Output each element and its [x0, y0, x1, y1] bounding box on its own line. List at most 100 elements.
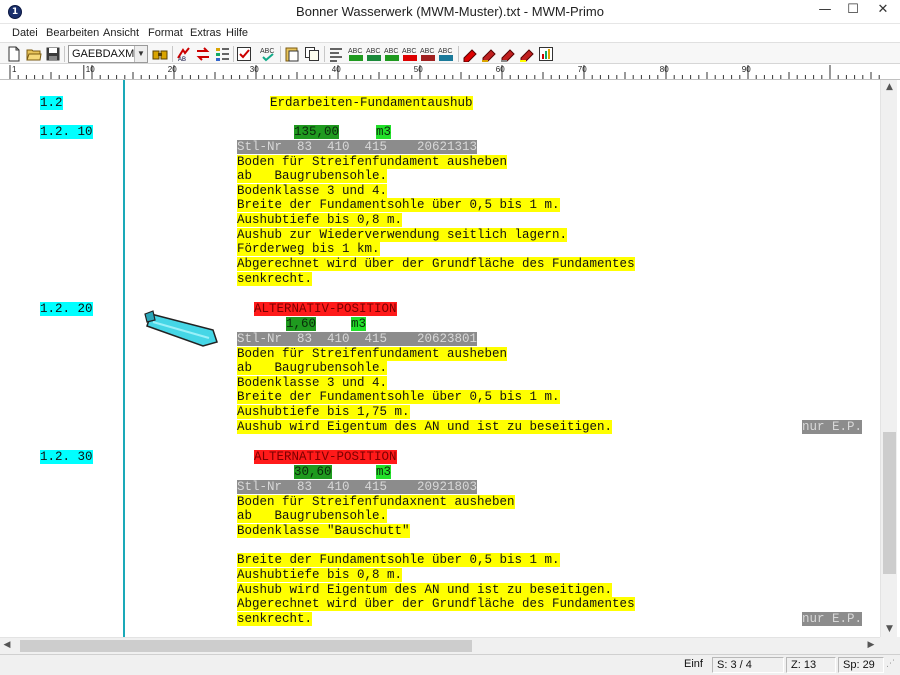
- svg-text:AB: AB: [178, 57, 186, 62]
- open-folder-icon[interactable]: [26, 46, 42, 62]
- ruler-label: 10: [86, 65, 95, 74]
- alternative-position-label: ALTERNATIV-POSITION: [254, 450, 397, 464]
- format-select-value: GAEBDAXML: [72, 48, 141, 60]
- alternative-position-label: ALTERNATIV-POSITION: [254, 302, 397, 316]
- spellcheck-icon[interactable]: ABC: [260, 46, 276, 62]
- vertical-scrollbar[interactable]: ▲ ▼: [880, 80, 897, 637]
- description-line: Bodenklasse 3 und 4.: [237, 376, 388, 390]
- margin-line: [123, 80, 125, 637]
- menu-extras[interactable]: Extras: [190, 27, 221, 39]
- description-line: Boden für Streifenfundament ausheben: [237, 155, 508, 169]
- scroll-corner: [880, 637, 900, 654]
- description-line: Bodenklasse "Bauschutt": [237, 524, 410, 538]
- ruler-label: 90: [742, 65, 751, 74]
- menu-hilfe[interactable]: Hilfe: [226, 27, 248, 39]
- section-title: Erdarbeiten-Fundamentaushub: [270, 96, 473, 110]
- description-line: ab Baugrubensohle.: [237, 169, 388, 183]
- scroll-left-icon[interactable]: ◀: [0, 640, 14, 650]
- close-button[interactable]: ✕: [868, 0, 898, 22]
- format-select[interactable]: GAEBDAXML ▼: [68, 45, 148, 63]
- resize-grip-icon[interactable]: ⋰: [886, 659, 895, 669]
- description-line: senkrecht.: [237, 612, 313, 626]
- ruler-label: 60: [496, 65, 505, 74]
- scroll-down-icon[interactable]: ▼: [881, 624, 898, 634]
- description-line: Breite der Fundamentsohle über 0,5 bis 1…: [237, 198, 560, 212]
- position-number: 1.2. 20: [40, 302, 93, 316]
- export-icon[interactable]: [519, 46, 535, 62]
- status-mode: Einf: [684, 658, 703, 670]
- description-line: Boden für Streifenfundaxnent ausheben: [237, 495, 515, 509]
- highlighter-gray-icon[interactable]: [481, 46, 497, 62]
- document-area[interactable]: 1.2 Erdarbeiten-Fundamentaushub 1.2. 10 …: [0, 80, 880, 637]
- description-line: Aushubtiefe bis 0,8 m.: [237, 213, 403, 227]
- menu-datei[interactable]: Datei: [12, 27, 38, 39]
- description-line: Aushubtiefe bis 0,8 m.: [237, 568, 403, 582]
- ruler: 1 10 20 30 40 50 60 70 80 90: [0, 64, 900, 80]
- scroll-right-icon[interactable]: ▶: [864, 640, 878, 650]
- stl-number: Stl-Nr 83 410 415 20623801: [237, 332, 478, 346]
- description-line: Bodenklasse 3 und 4.: [237, 184, 388, 198]
- paste-icon[interactable]: [284, 46, 300, 62]
- status-column: Sp: 29: [838, 657, 884, 673]
- menu-format[interactable]: Format: [148, 27, 183, 39]
- abc-blue-icon[interactable]: ABC: [366, 46, 382, 62]
- copy-icon[interactable]: [304, 46, 320, 62]
- chart-icon[interactable]: [538, 46, 554, 62]
- list-icon[interactable]: [214, 46, 230, 62]
- position-number: 1.2. 10: [40, 125, 93, 139]
- chevron-down-icon[interactable]: ▼: [134, 46, 147, 62]
- ruler-label: 30: [250, 65, 259, 74]
- scroll-up-icon[interactable]: ▲: [881, 82, 898, 92]
- save-icon[interactable]: [45, 46, 61, 62]
- exchange-icon[interactable]: [195, 46, 211, 62]
- highlighter-icon: [144, 310, 218, 347]
- maximize-button[interactable]: ☐: [838, 0, 868, 22]
- stl-number: Stl-Nr 83 410 415 20621313: [237, 140, 478, 154]
- description-line: ab Baugrubensohle.: [237, 509, 388, 523]
- quantity-value: 1,60: [286, 317, 317, 331]
- ruler-label: 1: [12, 65, 17, 74]
- binoculars-icon[interactable]: [152, 46, 168, 62]
- description-line: Breite der Fundamentsohle über 0,5 bis 1…: [237, 390, 560, 404]
- highlighter-red-icon[interactable]: ABC: [438, 46, 454, 62]
- horizontal-scroll-thumb[interactable]: [20, 640, 472, 652]
- description-line: ab Baugrubensohle.: [237, 361, 388, 375]
- quantity-value: 30,60: [294, 465, 332, 479]
- svg-text:ABC: ABC: [438, 48, 452, 55]
- minimize-button[interactable]: —: [810, 0, 840, 22]
- title-bar: 1 Bonner Wasserwerk (MWM-Muster).txt - M…: [0, 0, 900, 24]
- menu-ansicht[interactable]: Ansicht: [103, 27, 139, 39]
- highlighter-yellow-icon[interactable]: [500, 46, 516, 62]
- transfer-icon[interactable]: AB: [176, 46, 192, 62]
- toolbar: GAEBDAXML ▼ AB ABC ABC ABC ABC ABC ABC A…: [0, 42, 900, 64]
- menu-bar: Datei Bearbeiten Ansicht Format Extras H…: [0, 24, 900, 42]
- svg-text:ABC: ABC: [384, 48, 398, 55]
- unit-price-note: nur E.P.: [802, 420, 863, 434]
- new-file-icon[interactable]: [6, 46, 22, 62]
- description-line: Förderweg bis 1 km.: [237, 242, 380, 256]
- description-line: Abgerechnet wird über der Grundfläche de…: [237, 597, 635, 611]
- abc-red-icon[interactable]: ABC: [384, 46, 400, 62]
- description-line: Abgerechnet wird über der Grundfläche de…: [237, 257, 635, 271]
- unit-value: m3: [351, 317, 367, 331]
- position-number: 1.2. 30: [40, 450, 93, 464]
- quantity-value: 135,00: [294, 125, 340, 139]
- checklist-icon[interactable]: [236, 46, 252, 62]
- description-line: senkrecht.: [237, 272, 313, 286]
- description-line: Boden für Streifenfundament ausheben: [237, 347, 508, 361]
- abc-icon[interactable]: ABC: [402, 46, 418, 62]
- unit-value: m3: [376, 465, 392, 479]
- abc-green-icon[interactable]: ABC: [348, 46, 364, 62]
- horizontal-scrollbar[interactable]: ◀ ▶: [0, 637, 880, 654]
- highlighter-red2-icon[interactable]: [462, 46, 478, 62]
- description-line: Aushubtiefe bis 1,75 m.: [237, 405, 410, 419]
- menu-bearbeiten[interactable]: Bearbeiten: [46, 27, 99, 39]
- ruler-label: 80: [660, 65, 669, 74]
- status-line: Z: 13: [786, 657, 836, 673]
- status-bar: Einf S: 3 / 4 Z: 13 Sp: 29 ⋰: [0, 654, 900, 675]
- abc-dark-icon[interactable]: ABC: [420, 46, 436, 62]
- ruler-ticks: 1 10 20 30 40 50 60 70 80 90: [9, 65, 880, 79]
- svg-text:ABC: ABC: [402, 48, 416, 55]
- vertical-scroll-thumb[interactable]: [883, 432, 896, 574]
- format-icon[interactable]: [328, 46, 344, 62]
